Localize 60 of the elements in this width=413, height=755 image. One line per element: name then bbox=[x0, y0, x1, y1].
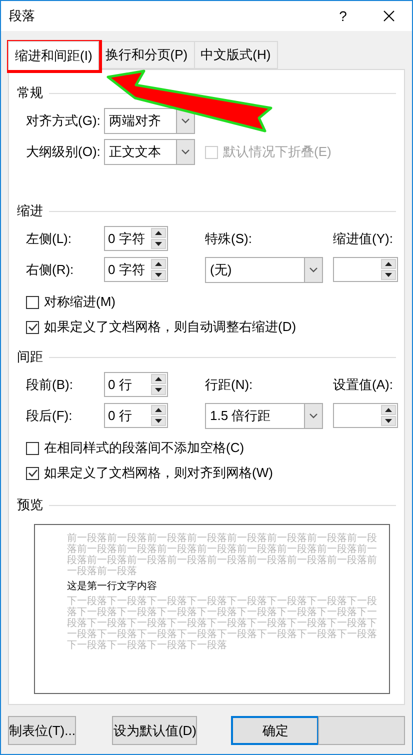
section-heading: 间距 bbox=[17, 348, 43, 366]
spin-down-icon[interactable] bbox=[155, 419, 162, 423]
checkbox-label: 对称缩进(M) bbox=[44, 293, 116, 311]
spin-down-icon[interactable] bbox=[155, 242, 162, 246]
preview-text: 这是第一行文字内容 bbox=[67, 581, 158, 592]
spin-down-icon[interactable] bbox=[155, 388, 162, 392]
checkbox-label: 如果定义了文档网格，则对齐到网格(W) bbox=[44, 464, 273, 482]
window-title: 段落 bbox=[9, 7, 36, 25]
dropdown[interactable]: 1.5 倍行距 bbox=[205, 402, 323, 428]
tab[interactable]: 中文版式(H) bbox=[194, 41, 278, 69]
preview-text: 下一段落下一段落下一段落下一段落下一段落下一段落下一段落下一段落下一段落下一段落下一段落下一段落下一段落下一段落下一段落下一段落下一段落下一段落下一段落下一段落下一段落下一段落下一段落下一段落下一段落下一段落下一段落下一段落下一段落下一段落下一段落下一段落下一段落下一段落下一段落 bbox=[67, 596, 377, 651]
chevron-down-icon bbox=[181, 149, 190, 155]
dialog-button[interactable]: 设为默认值(D) bbox=[112, 716, 198, 745]
chevron-down-icon bbox=[309, 266, 318, 272]
checkbox-label: 默认情况下折叠(E) bbox=[223, 143, 332, 161]
spin-field[interactable]: 0 行 bbox=[104, 372, 168, 397]
spin-field[interactable]: 0 字符 bbox=[104, 226, 168, 251]
dialog-button[interactable]: 确定 bbox=[231, 716, 320, 745]
spin-up-icon[interactable] bbox=[155, 262, 162, 266]
section-heading: 常规 bbox=[17, 84, 43, 102]
spin-up-icon[interactable] bbox=[155, 377, 162, 381]
spin-field[interactable] bbox=[333, 403, 398, 428]
field-label: 大纲级别(O): bbox=[26, 143, 102, 161]
help-button[interactable]: ? bbox=[320, 8, 366, 24]
spin-field[interactable]: 0 行 bbox=[104, 403, 168, 428]
close-icon bbox=[383, 10, 395, 22]
dialog-button[interactable]: 制表位(T)... bbox=[8, 716, 76, 745]
chevron-down-icon bbox=[309, 412, 318, 418]
field-label: 对齐方式(G): bbox=[26, 112, 102, 130]
chevron-down-icon bbox=[181, 118, 190, 124]
spin-down-icon[interactable] bbox=[385, 419, 392, 423]
section-heading: 预览 bbox=[17, 496, 43, 514]
spin-up-icon[interactable] bbox=[155, 231, 162, 235]
checkbox-label: 如果定义了文档网格，则自动调整右缩进(D) bbox=[44, 318, 296, 336]
section-heading: 缩进 bbox=[17, 202, 43, 220]
field-label: 段后(F): bbox=[26, 406, 74, 424]
field-label: 特殊(S): bbox=[205, 230, 253, 248]
field-label: 左侧(L): bbox=[26, 230, 72, 248]
tab[interactable]: 缩进和间距(I) bbox=[8, 41, 100, 70]
checkbox[interactable] bbox=[26, 296, 39, 308]
field-label: 段前(B): bbox=[26, 376, 74, 394]
checkbox[interactable] bbox=[26, 442, 39, 454]
spin-field[interactable]: 0 字符 bbox=[104, 257, 168, 282]
preview-text: 前一段落前一段落前一段落前一段落前一段落前一段落前一段落前一段落前一段落前一段落前一段落前一段落前一段落前一段落前一段落前一段落前一段落前一段落前一段落前一段落前一段落前一段落前一段落前一段落前一段落 bbox=[67, 533, 377, 577]
spin-up-icon[interactable] bbox=[385, 408, 392, 412]
spin-down-icon[interactable] bbox=[155, 273, 162, 277]
field-label: 行距(N): bbox=[205, 376, 254, 394]
field-label: 设置值(A): bbox=[333, 376, 394, 394]
dropdown[interactable]: 两端对齐 bbox=[104, 108, 195, 134]
checkbox[interactable] bbox=[26, 466, 39, 480]
spin-field[interactable] bbox=[333, 257, 398, 282]
field-label: 右侧(R): bbox=[26, 260, 75, 278]
dropdown[interactable]: (无) bbox=[205, 256, 323, 282]
checkbox[interactable] bbox=[26, 320, 39, 334]
spin-up-icon[interactable] bbox=[155, 408, 162, 412]
spin-down-icon[interactable] bbox=[385, 273, 392, 277]
field-label: 缩进值(Y): bbox=[333, 230, 394, 248]
checkbox-label: 在相同样式的段落间不添加空格(C) bbox=[44, 439, 244, 457]
spin-up-icon[interactable] bbox=[385, 262, 392, 266]
dropdown[interactable]: 正文文本 bbox=[104, 139, 195, 165]
